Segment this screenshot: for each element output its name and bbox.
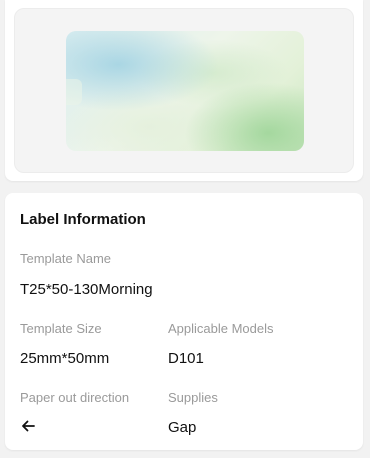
section-title: Label Information [20, 211, 146, 228]
arrow-left-icon [22, 420, 35, 432]
template-size-label: Template Size [20, 321, 102, 336]
label-preview-image[interactable] [66, 31, 304, 151]
label-preview-frame [14, 8, 354, 173]
label-information-card: Label Information Template Name T25*50-1… [5, 193, 363, 450]
supplies-label: Supplies [168, 390, 218, 405]
paper-out-direction-label: Paper out direction [20, 390, 130, 405]
template-size-value: 25mm*50mm [20, 350, 110, 367]
template-name-label: Template Name [20, 251, 112, 266]
applicable-models-label: Applicable Models [168, 321, 274, 336]
supplies-value: Gap [168, 419, 197, 436]
label-gap-notch [66, 79, 82, 105]
label-preview-card [5, 0, 363, 181]
template-name-value: T25*50-130Morning [20, 281, 153, 298]
applicable-models-value: D101 [168, 350, 204, 367]
